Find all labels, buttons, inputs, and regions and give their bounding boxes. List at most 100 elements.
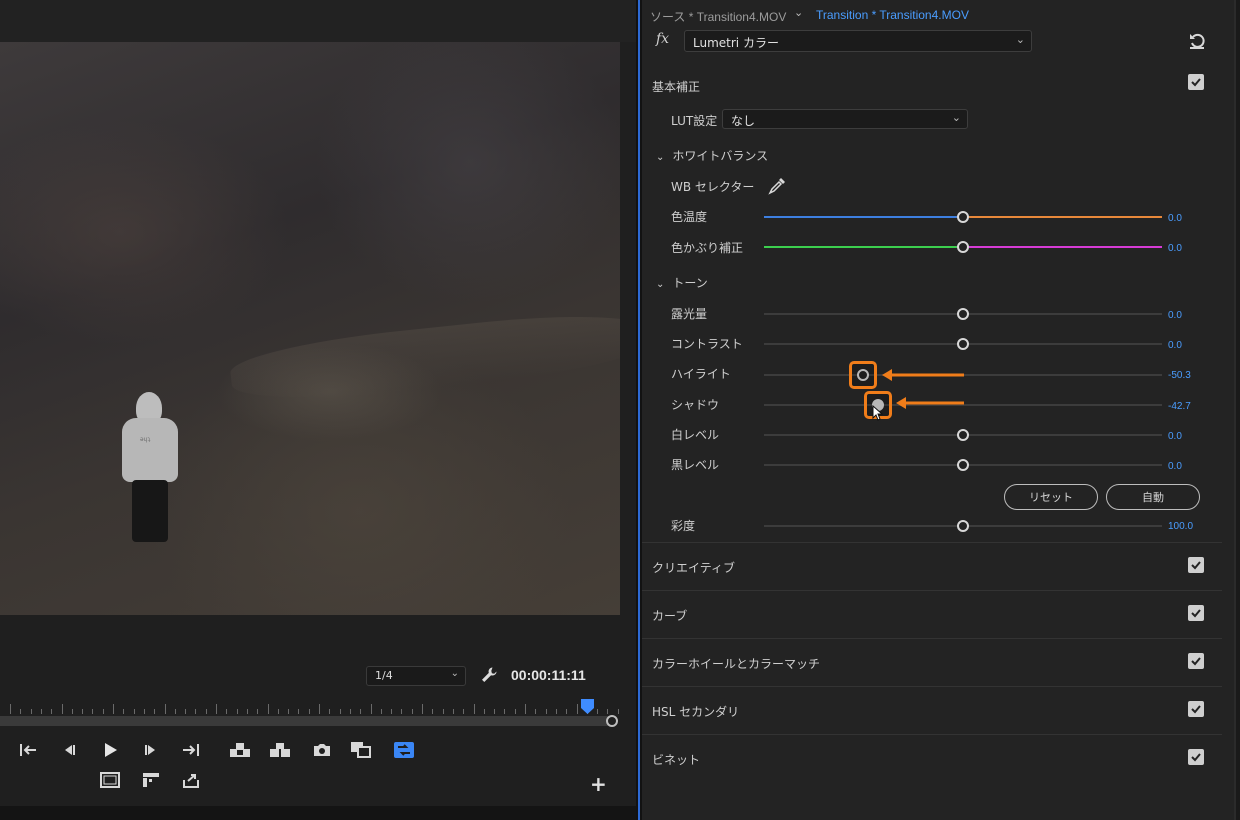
ruler-tick <box>277 709 279 714</box>
person-figure: ǝɥʇ <box>118 392 182 552</box>
extract-icon[interactable] <box>269 740 291 760</box>
section-header[interactable]: HSL セカンダリ <box>642 686 1222 732</box>
tab-source-clip[interactable]: ソース * Transition4.MOV <box>650 8 786 25</box>
ruler-tick <box>298 709 300 714</box>
wb-selector-label: WB セレクター <box>671 180 755 194</box>
ruler-tick <box>349 709 351 714</box>
section-header[interactable]: ビネット <box>642 734 1222 780</box>
ruler-tick <box>113 704 114 714</box>
tone-reset-button[interactable]: リセット <box>1004 484 1098 510</box>
lut-label: LUT設定 <box>671 114 718 128</box>
tint-slider[interactable] <box>764 240 1162 254</box>
chevron-down-icon: ⌄ <box>656 152 665 163</box>
go-to-out-point-icon[interactable] <box>179 740 201 760</box>
add-button-icon[interactable]: + <box>590 774 607 794</box>
fx-icon[interactable]: fx <box>656 31 669 47</box>
ruler-tick <box>504 709 506 714</box>
tone-header[interactable]: ⌄ トーン <box>656 274 708 291</box>
monitor-header <box>0 0 636 42</box>
whites-slider[interactable] <box>764 428 1162 442</box>
saturation-value[interactable]: 100.0 <box>1168 521 1193 532</box>
section-enable-checkbox[interactable] <box>1188 605 1204 621</box>
tone-auto-button[interactable]: 自動 <box>1106 484 1200 510</box>
section-enable-checkbox[interactable] <box>1188 557 1204 573</box>
ruler-tick <box>267 704 269 714</box>
reset-effect-icon[interactable] <box>1188 32 1206 50</box>
section-basic-correction[interactable]: 基本補正 <box>642 62 1222 108</box>
whites-value[interactable]: 0.0 <box>1168 431 1182 442</box>
temperature-slider[interactable] <box>764 210 1162 224</box>
temperature-value[interactable]: 0.0 <box>1168 213 1182 224</box>
toggle-proxies-icon[interactable] <box>393 740 415 760</box>
saturation-thumb[interactable] <box>957 520 969 532</box>
playhead-marker-icon[interactable] <box>581 699 594 714</box>
temperature-thumb[interactable] <box>957 211 969 223</box>
whites-thumb[interactable] <box>957 429 969 441</box>
lut-select[interactable]: なし ⌄ <box>722 109 968 129</box>
tint-thumb[interactable] <box>957 241 969 253</box>
exposure-value[interactable]: 0.0 <box>1168 310 1182 321</box>
camera-icon[interactable] <box>311 740 333 760</box>
ruler-tick <box>463 709 465 714</box>
monitor-bottom-bar <box>0 806 636 820</box>
section-header[interactable]: カラーホイールとカラーマッチ <box>642 638 1222 684</box>
play-icon[interactable] <box>99 740 121 760</box>
exposure-slider[interactable] <box>764 307 1162 321</box>
step-back-icon[interactable] <box>58 740 80 760</box>
contrast-value[interactable]: 0.0 <box>1168 340 1182 351</box>
comparison-view-icon[interactable] <box>350 740 372 760</box>
tab-sequence-clip[interactable]: Transition * Transition4.MOV <box>816 8 969 22</box>
ruler-tick <box>576 704 578 714</box>
basic-correction-checkbox[interactable] <box>1188 74 1204 90</box>
insert-frame-icon[interactable] <box>140 770 162 790</box>
blacks-thumb[interactable] <box>957 459 969 471</box>
go-to-in-point-icon[interactable] <box>18 740 40 760</box>
ruler-tick <box>339 709 341 714</box>
ruler-tick <box>133 709 135 714</box>
contrast-slider[interactable] <box>764 337 1162 351</box>
ruler-tick <box>566 709 568 714</box>
section-enable-checkbox[interactable] <box>1188 749 1204 765</box>
section-title: 基本補正 <box>652 80 701 94</box>
saturation-slider[interactable] <box>764 519 1162 533</box>
effect-select[interactable]: Lumetri カラー ⌄ <box>684 30 1032 52</box>
ruler-tick <box>154 709 156 714</box>
contrast-thumb[interactable] <box>957 338 969 350</box>
scrub-end-handle[interactable] <box>606 715 618 727</box>
blacks-slider[interactable] <box>764 458 1162 472</box>
section-header[interactable]: クリエイティブ <box>642 542 1222 588</box>
ruler-tick <box>422 704 423 714</box>
lift-icon[interactable] <box>229 740 251 760</box>
exposure-thumb[interactable] <box>957 308 969 320</box>
export-frame-icon[interactable] <box>180 770 202 790</box>
section-title: ビネット <box>652 753 701 767</box>
eyedropper-icon[interactable] <box>768 177 786 195</box>
zoom-level-select[interactable]: 1/4 ⌄ <box>366 666 466 686</box>
wrench-icon[interactable] <box>480 666 498 684</box>
blacks-value[interactable]: 0.0 <box>1168 461 1182 472</box>
section-enable-checkbox[interactable] <box>1188 701 1204 717</box>
ruler-tick <box>185 709 187 714</box>
ruler-tick <box>483 709 485 714</box>
section-header[interactable]: カーブ <box>642 590 1222 636</box>
ruler-tick <box>10 704 11 714</box>
tint-value[interactable]: 0.0 <box>1168 243 1182 254</box>
section-enable-checkbox[interactable] <box>1188 653 1204 669</box>
section-title: HSL セカンダリ <box>652 705 740 719</box>
step-forward-icon[interactable] <box>140 740 162 760</box>
ruler-tick <box>597 709 599 714</box>
scrub-bar[interactable] <box>0 716 610 726</box>
video-preview[interactable]: ǝɥʇ <box>0 42 620 615</box>
highlights-value[interactable]: -50.3 <box>1168 370 1191 381</box>
ruler-tick <box>525 704 526 714</box>
shadows-value[interactable]: -42.7 <box>1168 401 1191 412</box>
playhead-timecode[interactable]: 00:00:11:11 <box>511 667 586 683</box>
effect-select-value: Lumetri カラー <box>693 36 779 50</box>
time-ruler[interactable] <box>0 700 620 714</box>
safe-margins-icon[interactable] <box>99 770 121 790</box>
ruler-tick <box>195 709 197 714</box>
ruler-tick <box>494 709 496 714</box>
ruler-tick <box>607 709 609 714</box>
white-balance-header[interactable]: ⌄ ホワイトバランス <box>656 147 768 164</box>
chevron-down-icon[interactable]: ⌄ <box>794 6 803 19</box>
